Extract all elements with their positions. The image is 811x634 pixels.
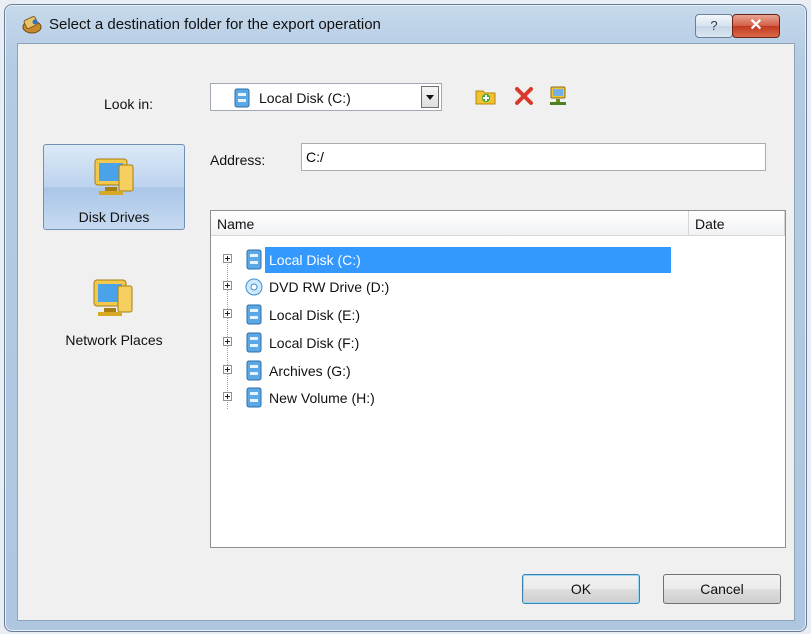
close-button[interactable]: ✕ bbox=[732, 14, 780, 38]
ok-button[interactable]: OK bbox=[522, 574, 640, 604]
network-icon bbox=[93, 279, 133, 316]
sidebar-item-network-places[interactable]: Network Places bbox=[43, 274, 185, 360]
tree-row-label: Local Disk (F:) bbox=[269, 335, 360, 351]
sidebar-item-label: Network Places bbox=[65, 332, 163, 348]
computer-icon bbox=[94, 158, 134, 195]
dialog-body: Look in: Local Disk (C:) Disk Drives Net… bbox=[17, 43, 795, 621]
window-title: Select a destination folder for the expo… bbox=[49, 16, 381, 33]
chevron-down-icon[interactable] bbox=[421, 86, 439, 108]
title-bar[interactable]: Select a destination folder for the expo… bbox=[5, 5, 806, 41]
dvd-icon bbox=[245, 278, 263, 296]
expand-icon[interactable] bbox=[223, 254, 232, 263]
tree-row[interactable]: Local Disk (E:) bbox=[211, 302, 685, 328]
tree-row-label: Archives (G:) bbox=[269, 363, 351, 379]
sidebar-item-disk-drives[interactable]: Disk Drives bbox=[43, 144, 185, 230]
tree-row[interactable]: New Volume (H:) bbox=[211, 385, 685, 411]
disk-icon bbox=[246, 332, 262, 353]
tree-row-label: New Volume (H:) bbox=[269, 390, 375, 406]
folder-tree[interactable]: Name Date Local Disk (C:) DVD RW Drive (… bbox=[210, 210, 786, 548]
tree-row-label: DVD RW Drive (D:) bbox=[269, 279, 390, 295]
tree-row-label: Local Disk (C:) bbox=[265, 247, 671, 273]
delete-icon[interactable] bbox=[512, 84, 536, 108]
new-folder-icon[interactable] bbox=[474, 84, 498, 108]
tree-row[interactable]: DVD RW Drive (D:) bbox=[211, 274, 685, 300]
dialog-window: Select a destination folder for the expo… bbox=[4, 4, 807, 632]
column-header-name[interactable]: Name bbox=[211, 211, 689, 236]
help-button[interactable]: ? bbox=[695, 14, 733, 38]
expand-icon[interactable] bbox=[223, 337, 232, 346]
tree-row[interactable]: Archives (G:) bbox=[211, 358, 685, 384]
expand-icon[interactable] bbox=[223, 309, 232, 318]
disk-icon bbox=[234, 88, 250, 108]
look-in-value: Local Disk (C:) bbox=[259, 90, 351, 106]
look-in-dropdown[interactable]: Local Disk (C:) bbox=[210, 83, 442, 111]
sidebar-item-label: Disk Drives bbox=[78, 209, 150, 225]
disk-icon bbox=[246, 387, 262, 408]
tree-row[interactable]: Local Disk (C:) bbox=[211, 247, 685, 273]
disk-icon bbox=[246, 304, 262, 325]
address-label: Address: bbox=[210, 152, 266, 168]
tree-row-label: Local Disk (E:) bbox=[269, 307, 361, 323]
export-icon bbox=[22, 16, 42, 34]
expand-icon[interactable] bbox=[223, 365, 232, 374]
look-in-label: Look in: bbox=[104, 96, 154, 112]
tree-row[interactable]: Local Disk (F:) bbox=[211, 330, 685, 356]
cancel-button[interactable]: Cancel bbox=[663, 574, 781, 604]
network-drive-icon[interactable] bbox=[546, 84, 570, 108]
column-header-date[interactable]: Date bbox=[689, 211, 785, 236]
address-input[interactable] bbox=[301, 143, 766, 171]
disk-icon bbox=[246, 360, 262, 381]
disk-icon bbox=[246, 249, 262, 270]
expand-icon[interactable] bbox=[223, 392, 232, 401]
expand-icon[interactable] bbox=[223, 281, 232, 290]
